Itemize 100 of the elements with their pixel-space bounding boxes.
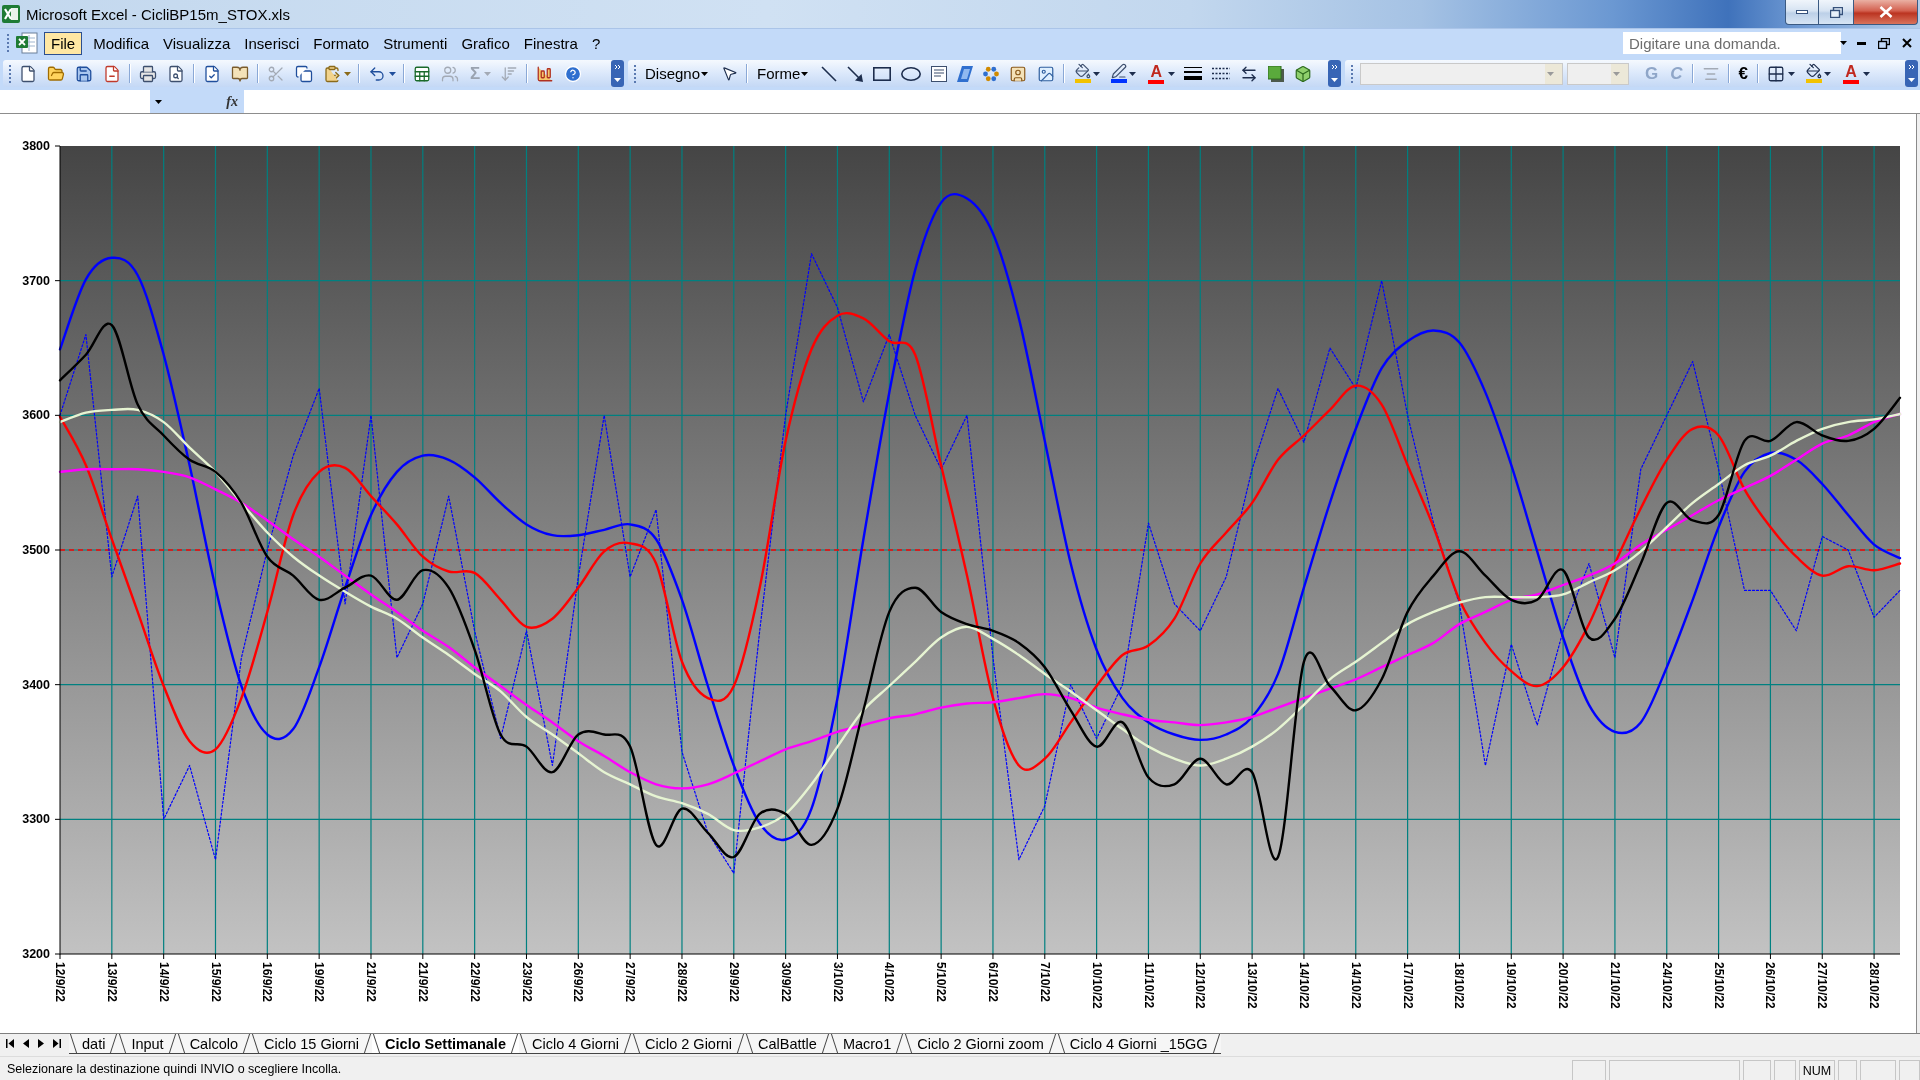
euro-button[interactable]: € [1732, 62, 1754, 85]
caret-icon[interactable] [801, 71, 809, 76]
sheet-tab[interactable]: Ciclo 4 Giorni [518, 1034, 632, 1054]
image-icon[interactable] [1037, 64, 1056, 83]
toolbar-options-icon[interactable] [1905, 60, 1918, 87]
document-check-icon[interactable] [203, 64, 221, 83]
document-magnifier-icon[interactable] [167, 64, 185, 83]
printer-icon[interactable] [139, 64, 157, 83]
dash-style-icon[interactable] [1212, 67, 1231, 80]
menu-item[interactable]: Formato [306, 31, 377, 55]
caret-icon[interactable] [1129, 71, 1137, 76]
minimize-button[interactable] [1785, 0, 1819, 25]
book-icon[interactable] [231, 64, 249, 83]
help-icon[interactable] [564, 64, 583, 83]
clipboard-icon[interactable] [323, 64, 341, 83]
x-axis-label: 4/10/22 [882, 962, 897, 1003]
caret-icon[interactable] [1168, 71, 1176, 76]
caret-icon[interactable] [1093, 71, 1101, 76]
toolbar-options-icon[interactable] [611, 60, 624, 87]
caret-icon[interactable] [1863, 71, 1870, 76]
x-axis-label: 7/10/22 [1037, 962, 1052, 1003]
grip-icon[interactable] [6, 34, 10, 52]
draw-menu-button[interactable]: Disegno [639, 62, 717, 85]
x-axis-label: 26/9/22 [571, 962, 586, 1003]
caret-icon[interactable] [1788, 71, 1795, 76]
close-icon[interactable] [1902, 38, 1912, 48]
close-button[interactable] [1853, 0, 1918, 25]
menu-item[interactable]: Grafico [454, 31, 517, 55]
sheet-tab[interactable]: Ciclo 4 Giorni _15GG [1056, 1034, 1221, 1054]
restore-icon[interactable] [1878, 37, 1890, 49]
rectangle-icon[interactable] [873, 66, 892, 81]
borders-icon[interactable] [1767, 64, 1785, 83]
sheet-tab[interactable]: Calcolo [176, 1034, 251, 1054]
caret-left-icon[interactable] [23, 1039, 29, 1048]
sheet-tab[interactable]: Ciclo 2 Giorni [632, 1034, 746, 1054]
menu-item[interactable]: File [44, 31, 83, 55]
pointer-icon[interactable] [721, 65, 739, 82]
sheet-tab[interactable]: Macro1 [829, 1034, 905, 1054]
x-axis-label: 24/10/22 [1659, 962, 1674, 1009]
circle-ring-icon[interactable] [983, 65, 1000, 82]
caret-icon[interactable] [389, 71, 396, 76]
font-color-button[interactable]: A [1145, 61, 1168, 86]
menu-item[interactable]: ? [584, 31, 608, 55]
caret-icon[interactable] [1824, 71, 1831, 76]
text-box-icon[interactable] [931, 65, 948, 82]
sheet-tab[interactable]: dati [69, 1034, 119, 1054]
menu-item[interactable]: Inserisci [237, 31, 307, 55]
status-panel [1899, 1060, 1920, 1080]
sheet-tab[interactable]: Ciclo Settimanale [372, 1034, 519, 1054]
workbook-icon[interactable] [16, 32, 38, 54]
line-weight-icon[interactable] [1184, 67, 1203, 80]
y-axis-label: 3600 [22, 408, 50, 423]
status-panel [1572, 1060, 1606, 1080]
menu-item[interactable]: Modifica [86, 31, 157, 55]
x-axis-label: 3/10/22 [830, 962, 845, 1003]
undo-icon[interactable] [368, 64, 386, 83]
caret-right-icon[interactable] [38, 1039, 44, 1048]
menu-item[interactable]: Strumenti [376, 31, 455, 55]
function-label[interactable]: fx [226, 93, 238, 110]
help-search-field[interactable]: Digitare una domanda. [1622, 31, 1842, 55]
grip-icon[interactable] [1350, 64, 1354, 83]
maximize-button[interactable] [1818, 0, 1854, 25]
arrow-icon[interactable] [847, 65, 864, 82]
paint-bucket-icon[interactable] [1805, 63, 1823, 84]
sheet-tab[interactable]: CalBattle [745, 1034, 830, 1054]
document-icon[interactable] [19, 64, 37, 83]
document-minus-icon[interactable] [103, 64, 121, 83]
menu-item[interactable]: Finestra [516, 31, 585, 55]
caret-icon[interactable] [155, 99, 162, 104]
folder-icon[interactable] [47, 64, 65, 83]
bar-chart-icon[interactable] [536, 64, 555, 83]
skip-left-icon[interactable] [6, 1039, 14, 1048]
pen-icon[interactable] [1110, 63, 1129, 84]
shapes-menu-button[interactable]: Forme [751, 62, 817, 85]
sheet-icon[interactable] [413, 64, 431, 83]
skip-right-icon[interactable] [53, 1039, 61, 1048]
paint-bucket-icon[interactable] [1074, 63, 1093, 84]
cube-icon[interactable] [1294, 64, 1313, 83]
formula-input[interactable] [244, 90, 1920, 113]
sheet-tab[interactable]: Ciclo 15 Giorni [251, 1034, 373, 1054]
slanted-block-icon[interactable] [957, 65, 974, 82]
x-axis-label: 19/9/22 [312, 962, 327, 1003]
close-icon [1878, 6, 1893, 18]
grip-icon[interactable] [8, 64, 12, 83]
grip-icon[interactable] [633, 64, 637, 83]
shadow-square-icon[interactable] [1268, 65, 1285, 82]
caret-icon[interactable] [701, 71, 709, 76]
toolbar-options-icon[interactable] [1328, 60, 1341, 87]
minimize-icon[interactable] [1857, 41, 1866, 45]
font-color-button[interactable]: A [1840, 61, 1862, 86]
oval-icon[interactable] [901, 66, 922, 81]
sheet-tab[interactable]: Ciclo 2 Giorni zoom [904, 1034, 1057, 1054]
copy-icon[interactable] [295, 64, 313, 83]
double-arrow-icon[interactable] [1240, 64, 1259, 83]
line-icon[interactable] [821, 65, 838, 82]
person-card-icon[interactable] [1009, 64, 1028, 83]
sheet-tab[interactable]: Input [118, 1034, 177, 1054]
menu-item[interactable]: Visualizza [156, 31, 238, 55]
caret-icon[interactable] [1840, 41, 1847, 45]
x-axis-label: 21/9/22 [364, 962, 378, 1003]
